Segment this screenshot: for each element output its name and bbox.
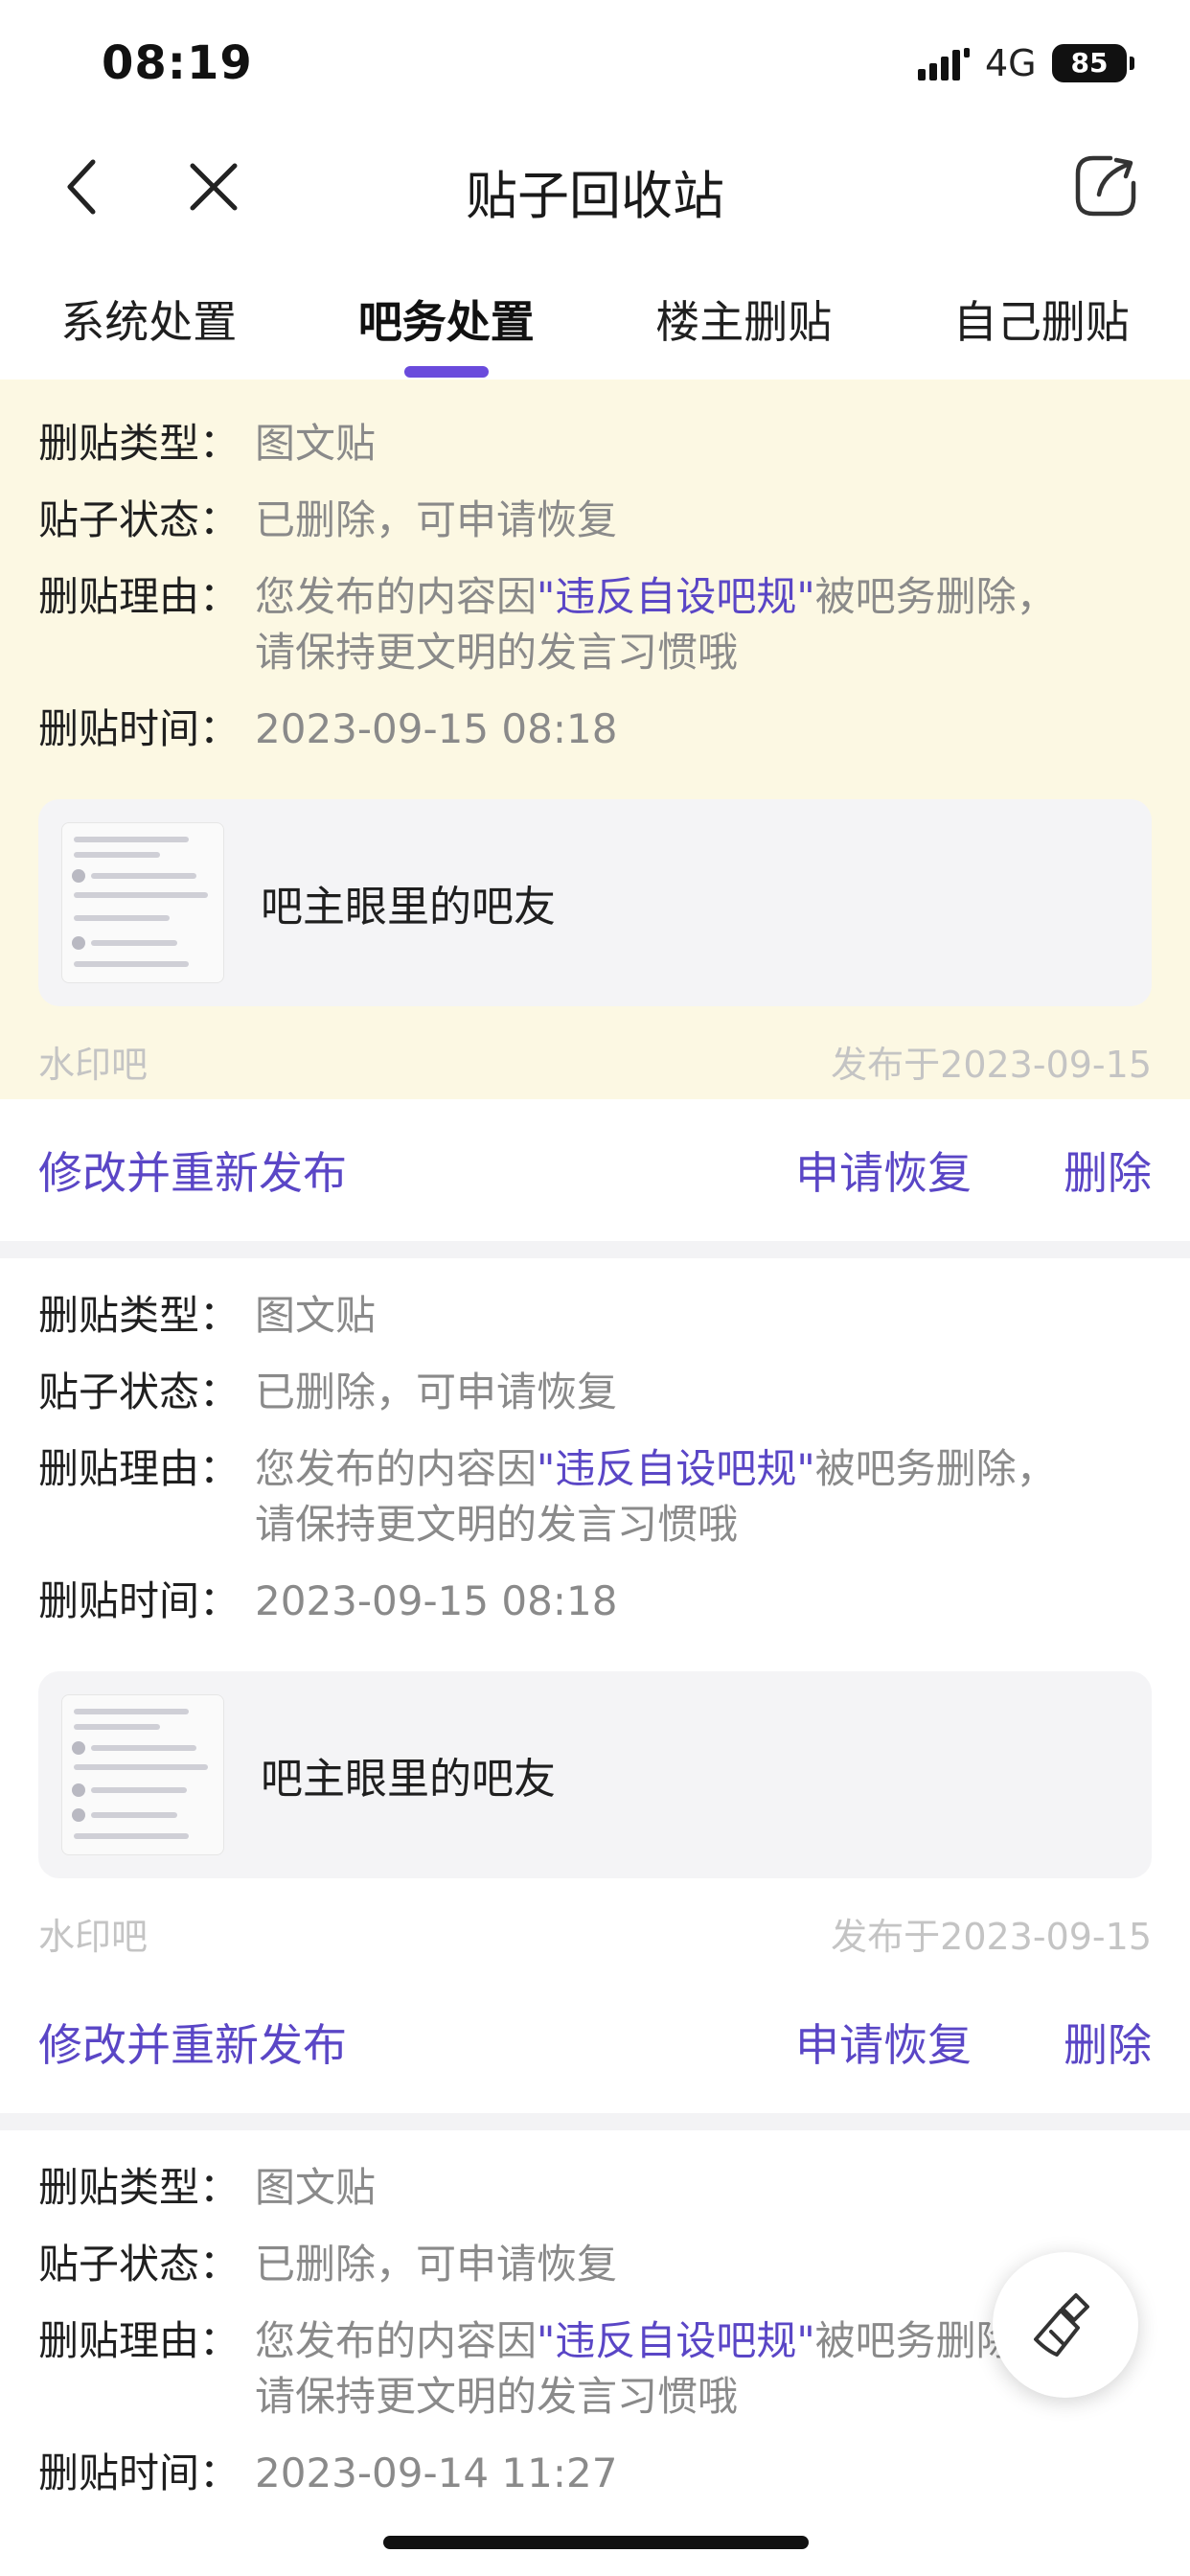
nav-header: 贴子回收站 — [0, 125, 1190, 249]
time-value: 2023-09-15 08:18 — [255, 705, 618, 752]
type-value: 图文贴 — [255, 420, 377, 467]
request-restore-button[interactable]: 申请恢复 — [795, 2011, 972, 2074]
publish-date: 发布于2023-09-15 — [831, 1916, 1152, 1958]
deleted-post-card: 删贴类型： 图文贴 贴子状态： 已删除，可申请恢复 删贴理由： 您发布的内容因"违反自… — [0, 380, 1190, 1258]
tab-owner-deleted[interactable]: 楼主删贴 — [595, 259, 893, 380]
publish-date: 发布于2023-09-15 — [831, 1044, 1152, 1086]
rule-link[interactable]: "违反自设吧规" — [537, 1445, 815, 1492]
home-indicator[interactable] — [383, 2536, 809, 2549]
reason-value: 您发布的内容因"违反自设吧规"被吧务删除， 请保持更文明的发言习惯哦 — [255, 1445, 1057, 1548]
status-label: 贴子状态： — [38, 2241, 240, 2288]
active-tab-indicator — [403, 366, 489, 378]
page-title: 贴子回收站 — [466, 166, 724, 226]
tab-label: 自己删贴 — [952, 296, 1130, 348]
tab-moderator[interactable]: 吧务处置 — [298, 259, 596, 380]
share-button[interactable] — [1067, 148, 1144, 224]
tab-system[interactable]: 系统处置 — [0, 259, 298, 380]
forum-name[interactable]: 水印吧 — [38, 1907, 148, 1960]
time-value: 2023-09-14 11:27 — [255, 2450, 618, 2496]
tab-label: 楼主删贴 — [655, 296, 833, 348]
request-restore-button[interactable]: 申请恢复 — [795, 1138, 972, 1202]
type-label: 删贴类型： — [38, 2164, 240, 2211]
post-title: 吧主眼里的吧友 — [261, 1755, 556, 1804]
tab-label: 系统处置 — [60, 296, 238, 348]
tab-self-deleted[interactable]: 自己删贴 — [893, 259, 1190, 380]
time-label: 删贴时间： — [38, 1577, 240, 1624]
type-label: 删贴类型： — [38, 420, 240, 467]
broom-icon — [1034, 2293, 1089, 2357]
time-label: 删贴时间： — [38, 705, 240, 752]
deleted-post-card: 删贴类型： 图文贴 贴子状态： 已删除，可申请恢复 删贴理由： 您发布的内容因"违反自… — [0, 1252, 1190, 2130]
status-value: 已删除，可申请恢复 — [255, 1368, 618, 1415]
forum-name[interactable]: 水印吧 — [38, 1035, 148, 1088]
status-label: 贴子状态： — [38, 1368, 240, 1415]
post-preview[interactable]: 吧主眼里的吧友 — [38, 799, 1152, 1006]
status-value: 已删除，可申请恢复 — [255, 496, 618, 543]
network-type: 4G — [985, 42, 1037, 84]
post-thumbnail — [61, 1694, 224, 1855]
type-value: 图文贴 — [255, 1292, 377, 1339]
edit-republish-button[interactable]: 修改并重新发布 — [38, 1138, 795, 1202]
reason-label: 删贴理由： — [38, 2317, 240, 2364]
rule-link[interactable]: "违反自设吧规" — [537, 573, 815, 620]
clean-fab-button[interactable] — [993, 2252, 1138, 2398]
edit-republish-button[interactable]: 修改并重新发布 — [38, 2011, 795, 2074]
reason-label: 删贴理由： — [38, 1445, 240, 1492]
reason-label: 删贴理由： — [38, 573, 240, 620]
status-label: 贴子状态： — [38, 496, 240, 543]
delete-button[interactable]: 删除 — [1064, 2011, 1152, 2074]
reason-value: 您发布的内容因"违反自设吧规"被吧务删除， 请保持更文明的发言习惯哦 — [255, 573, 1057, 676]
delete-button[interactable]: 删除 — [1064, 1138, 1152, 1202]
time-label: 删贴时间： — [38, 2450, 240, 2496]
time-value: 2023-09-15 08:18 — [255, 1577, 618, 1624]
tab-label: 吧务处置 — [357, 296, 535, 348]
signal-icon — [918, 48, 970, 80]
tab-bar: 系统处置 吧务处置 楼主删贴 自己删贴 — [0, 259, 1190, 380]
type-label: 删贴类型： — [38, 1292, 240, 1339]
status-time: 08:19 — [102, 36, 253, 90]
rule-link[interactable]: "违反自设吧规" — [537, 2317, 815, 2364]
post-thumbnail — [61, 822, 224, 983]
post-preview[interactable]: 吧主眼里的吧友 — [38, 1671, 1152, 1878]
status-bar: 08:19 4G 85 — [0, 0, 1190, 125]
type-value: 图文贴 — [255, 2164, 377, 2211]
post-title: 吧主眼里的吧友 — [261, 883, 556, 932]
battery-icon: 85 — [1052, 44, 1134, 82]
share-icon — [1075, 155, 1136, 217]
